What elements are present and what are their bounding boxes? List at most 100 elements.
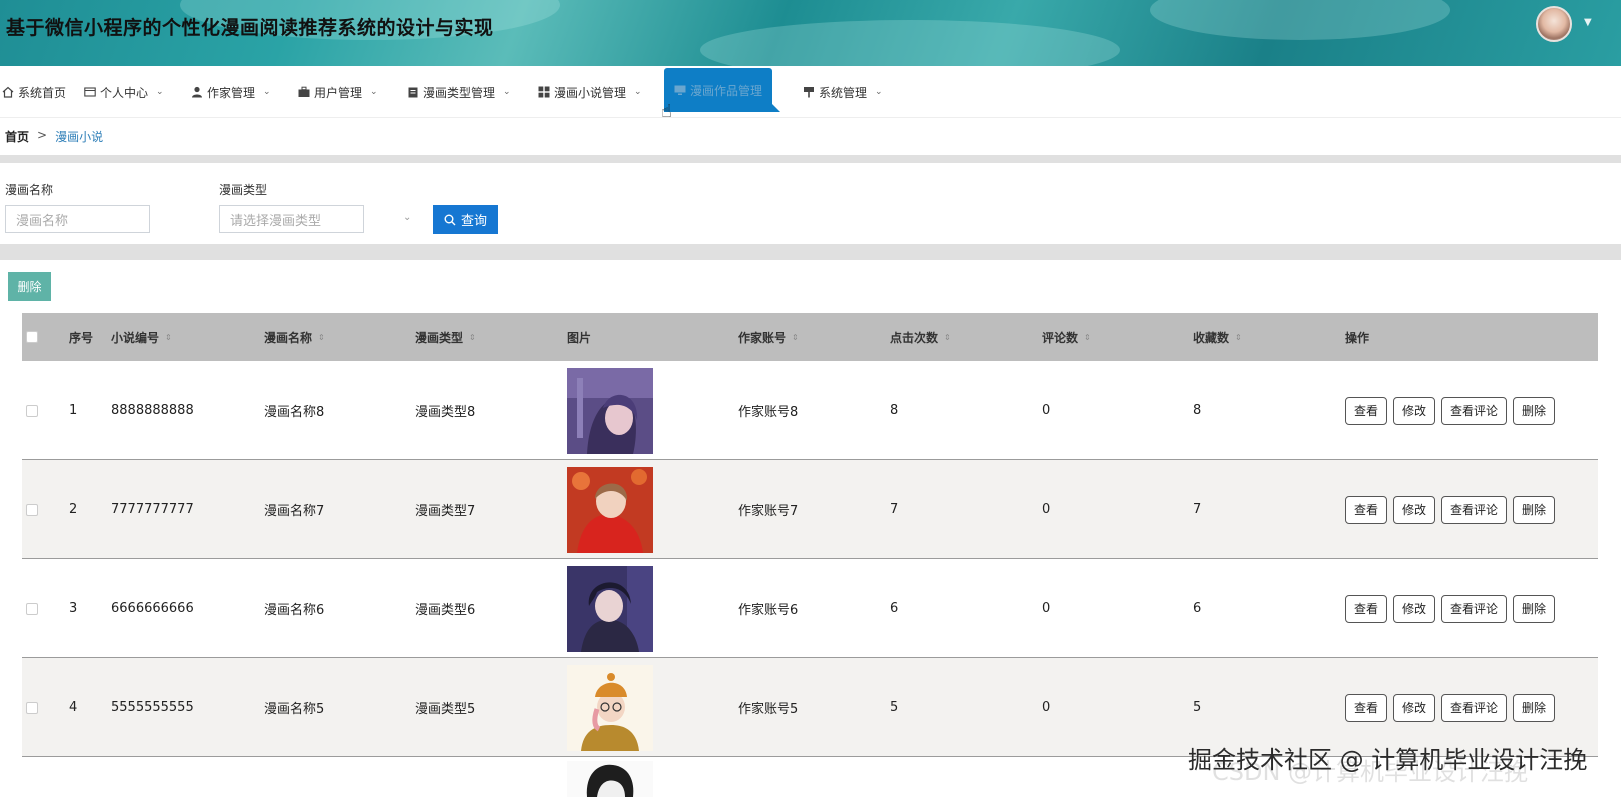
watermark: 掘金技术社区 @ 计算机毕业设计汪挽	[1188, 746, 1588, 774]
batch-delete-button[interactable]: 删除	[8, 272, 51, 301]
mouse-cursor-icon: ☝	[661, 101, 672, 122]
edit-button[interactable]: 修改	[1393, 495, 1436, 524]
sort-icon[interactable]: ⇕	[1235, 333, 1242, 342]
breadcrumb-home[interactable]: 首页	[5, 128, 29, 145]
nav-item-personal[interactable]: 个人中心 ⌄	[84, 66, 164, 118]
col-label: 小说编号	[111, 330, 160, 345]
breadcrumb: 首页 > 漫画小说	[5, 128, 103, 145]
cell-author: 作家账号5	[738, 702, 799, 717]
sort-icon[interactable]: ⇕	[792, 333, 799, 342]
row-checkbox[interactable]	[26, 559, 38, 658]
delete-button[interactable]: 删除	[1513, 495, 1556, 524]
pin-icon	[804, 87, 814, 98]
header-decoration	[1150, 0, 1450, 40]
table-header: 序号 小说编号 ⇕ 漫画名称 ⇕ 漫画类型 ⇕ 图片 作家账号 ⇕ 点击次数 ⇕ 评论数 ⇕…	[22, 313, 1598, 361]
cell-image	[567, 658, 653, 757]
nav-item-comic-works[interactable]: 漫画作品管理	[664, 68, 781, 112]
view-comments-button[interactable]: 查看评论	[1441, 396, 1508, 425]
table-row: 2 7777777777 漫画名称7 漫画类型7 作家账号7 7 0 7 查看 …	[22, 460, 1598, 559]
comic-thumbnail[interactable]	[567, 367, 653, 454]
nav-item-comic-novels[interactable]: 漫画小说管理 ⌄	[538, 66, 642, 118]
nav-item-label: 漫画作品管理	[690, 83, 763, 98]
delete-button[interactable]: 删除	[1513, 396, 1556, 425]
col-index: 序号	[69, 313, 93, 361]
edit-button[interactable]: 修改	[1393, 594, 1436, 623]
view-button[interactable]: 查看	[1345, 594, 1388, 623]
view-comments-button[interactable]: 查看评论	[1441, 594, 1508, 623]
col-code[interactable]: 小说编号 ⇕	[111, 313, 172, 361]
cell-comments: 0	[1042, 700, 1051, 715]
chevron-down-icon: ⌄	[263, 87, 271, 97]
home-icon	[2, 86, 14, 98]
cell-clicks: 7	[890, 502, 899, 517]
col-type[interactable]: 漫画类型 ⇕	[415, 313, 476, 361]
col-comments[interactable]: 评论数 ⇕	[1042, 313, 1091, 361]
header-decoration	[700, 20, 1120, 66]
col-label: 漫画名称	[264, 330, 313, 345]
col-name[interactable]: 漫画名称 ⇕	[264, 313, 325, 361]
col-actions: 操作	[1345, 313, 1369, 361]
nav-item-label: 系统管理	[819, 85, 868, 100]
cell-index: 4	[69, 700, 78, 715]
view-button[interactable]: 查看	[1345, 693, 1388, 722]
sort-icon[interactable]: ⇕	[1084, 333, 1091, 342]
col-label: 序号	[69, 330, 94, 345]
cell-index: 2	[69, 502, 78, 517]
chevron-down-icon: ⌄	[503, 87, 511, 97]
user-avatar[interactable]	[1536, 6, 1572, 42]
cell-name: 漫画名称5	[264, 702, 325, 717]
cell-image	[567, 460, 653, 559]
nav-item-label: 作家管理	[207, 85, 256, 100]
row-checkbox[interactable]	[26, 460, 38, 559]
view-comments-button[interactable]: 查看评论	[1441, 693, 1508, 722]
query-button[interactable]: 查询	[433, 205, 498, 234]
comic-thumbnail[interactable]	[567, 664, 653, 751]
row-checkbox[interactable]	[26, 658, 38, 757]
nav-item-authors[interactable]: 作家管理 ⌄	[191, 66, 271, 118]
view-button[interactable]: 查看	[1345, 495, 1388, 524]
chevron-down-icon: ⌄	[156, 87, 164, 97]
query-button-label: 查询	[460, 214, 487, 229]
select-all-checkbox[interactable]	[26, 313, 38, 361]
col-label: 评论数	[1042, 330, 1079, 345]
nav-item-users[interactable]: 用户管理 ⌄	[298, 66, 378, 118]
col-clicks[interactable]: 点击次数 ⇕	[890, 313, 951, 361]
nav-item-label: 用户管理	[314, 85, 363, 100]
col-favorites[interactable]: 收藏数 ⇕	[1193, 313, 1242, 361]
cell-type: 漫画类型8	[415, 405, 476, 420]
cell-clicks: 6	[890, 601, 899, 616]
cell-name: 漫画名称6	[264, 603, 325, 618]
type-select[interactable]: 请选择漫画类型	[219, 205, 364, 233]
view-button[interactable]: 查看	[1345, 396, 1388, 425]
chevron-down-icon[interactable]: ⌄	[403, 212, 411, 223]
top-nav: 系统首页 个人中心 ⌄ 作家管理 ⌄ 用户管理 ⌄ 漫画类型管理 ⌄ 漫画小说管…	[0, 66, 1621, 118]
sort-icon[interactable]: ⇕	[318, 333, 325, 342]
comic-thumbnail[interactable]	[567, 565, 653, 652]
sort-icon[interactable]: ⇕	[469, 333, 476, 342]
delete-button[interactable]: 删除	[1513, 594, 1556, 623]
view-comments-button[interactable]: 查看评论	[1441, 495, 1508, 524]
sort-icon[interactable]: ⇕	[944, 333, 951, 342]
divider	[0, 244, 1621, 260]
sort-icon[interactable]: ⇕	[165, 333, 172, 342]
cell-image	[567, 757, 653, 797]
edit-button[interactable]: 修改	[1393, 396, 1436, 425]
user-icon	[192, 86, 202, 98]
cell-actions: 查看 修改 查看评论 删除	[1345, 559, 1556, 658]
row-checkbox[interactable]	[26, 361, 38, 460]
chevron-down-icon[interactable]: ▼	[1584, 17, 1592, 28]
monitor-icon	[674, 85, 686, 95]
col-author[interactable]: 作家账号 ⇕	[738, 313, 799, 361]
comic-thumbnail[interactable]	[567, 466, 653, 553]
nav-item-home[interactable]: 系统首页	[2, 66, 66, 118]
name-search-input[interactable]: 漫画名称	[5, 205, 150, 233]
clipboard-icon	[408, 87, 418, 98]
cell-image	[567, 361, 653, 460]
cell-code: 5555555555	[111, 700, 194, 715]
nav-item-system[interactable]: 系统管理 ⌄	[803, 66, 883, 118]
nav-item-comic-types[interactable]: 漫画类型管理 ⌄	[407, 66, 511, 118]
col-label: 图片	[567, 330, 592, 345]
edit-button[interactable]: 修改	[1393, 693, 1436, 722]
col-label: 操作	[1345, 330, 1370, 345]
delete-button[interactable]: 删除	[1513, 693, 1556, 722]
